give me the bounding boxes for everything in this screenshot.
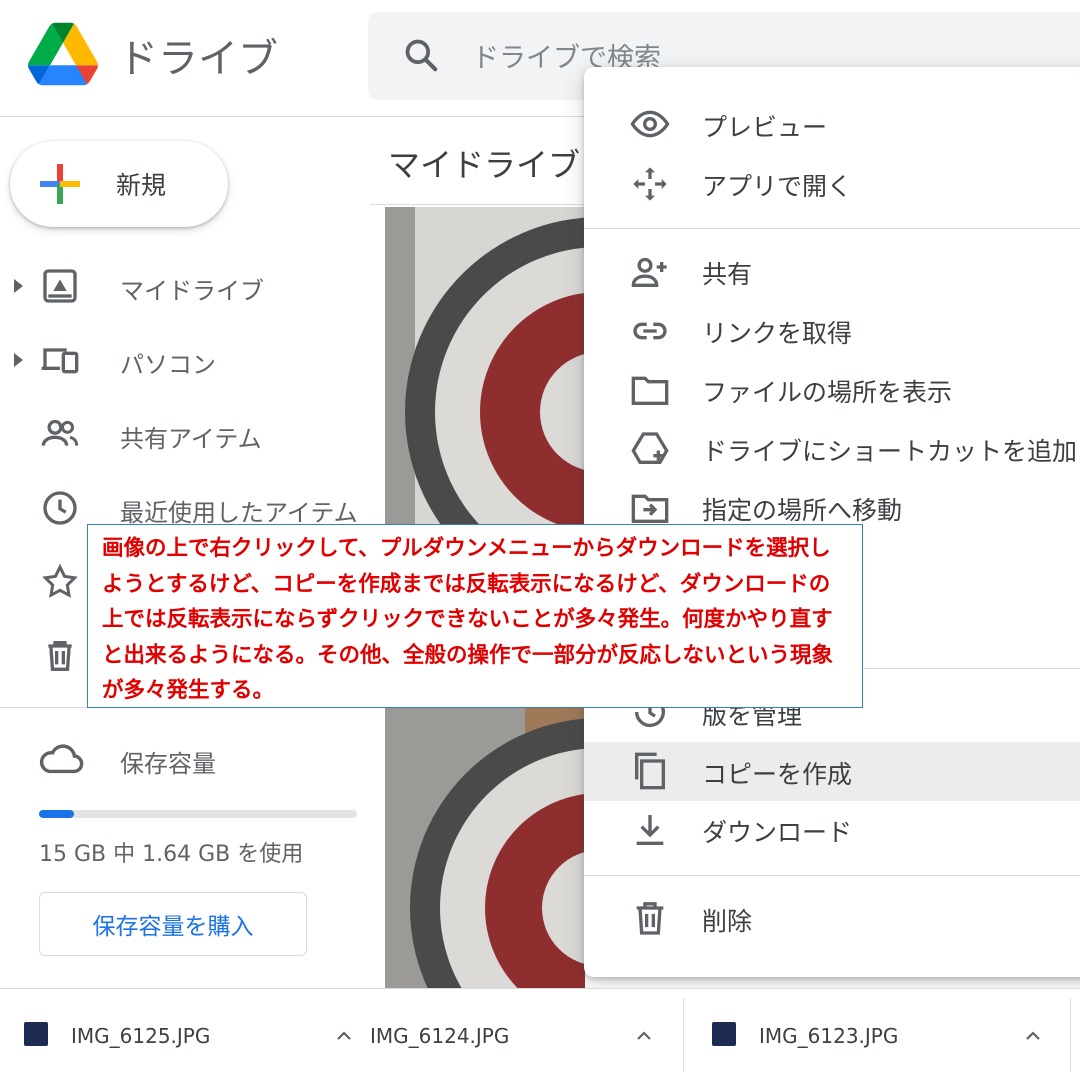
storage-bar-fill bbox=[39, 810, 74, 818]
menu-item-show-location[interactable]: ファイルの場所を表示 bbox=[702, 373, 952, 409]
title-divider bbox=[370, 204, 590, 205]
drive-logo[interactable] bbox=[28, 22, 98, 86]
menu-divider bbox=[584, 875, 1080, 876]
menu-divider bbox=[584, 228, 1080, 229]
menu-item-delete[interactable]: 削除 bbox=[702, 902, 752, 938]
menu-item-open-with[interactable]: アプリで開く bbox=[702, 167, 852, 203]
target-photo bbox=[385, 708, 585, 988]
storage-label[interactable]: 保存容量 bbox=[120, 744, 216, 779]
expand-caret-icon[interactable] bbox=[14, 353, 23, 367]
copy-icon bbox=[635, 752, 665, 790]
search-icon[interactable] bbox=[402, 36, 440, 74]
menu-item-add-shortcut[interactable]: ドライブにショートカットを追加 bbox=[702, 432, 1077, 468]
chevron-up-icon[interactable] bbox=[632, 1024, 656, 1048]
person-add-icon bbox=[631, 257, 667, 287]
menu-item-move-to[interactable]: 指定の場所へ移動 bbox=[702, 491, 902, 527]
app-name: ドライブ bbox=[118, 36, 278, 82]
eye-icon bbox=[630, 110, 670, 138]
add-shortcut-icon bbox=[631, 432, 669, 464]
image-file-icon bbox=[712, 1022, 736, 1046]
download-divider bbox=[683, 998, 684, 1072]
menu-item-get-link[interactable]: リンクを取得 bbox=[702, 314, 852, 350]
storage-bar bbox=[39, 810, 357, 818]
sidebar-item-my-drive[interactable]: マイドライブ bbox=[120, 271, 264, 306]
folder-icon bbox=[631, 376, 669, 405]
sidebar-item-recent[interactable]: 最近使用したアイテム bbox=[120, 493, 358, 528]
trash-icon bbox=[636, 902, 664, 935]
download-item-name[interactable]: IMG_6124.JPG bbox=[370, 1024, 509, 1048]
cloud-icon bbox=[39, 744, 84, 774]
menu-item-download[interactable]: ダウンロード bbox=[702, 813, 852, 849]
image-file-icon bbox=[24, 1022, 48, 1046]
menu-item-preview[interactable]: プレビュー bbox=[702, 108, 827, 144]
computers-icon bbox=[41, 348, 79, 374]
download-icon bbox=[636, 815, 664, 845]
sidebar-item-shared[interactable]: 共有アイテム bbox=[120, 419, 262, 454]
download-item-name[interactable]: IMG_6125.JPG bbox=[71, 1024, 210, 1048]
file-thumbnail[interactable] bbox=[385, 708, 585, 988]
open-with-icon bbox=[633, 167, 667, 201]
chevron-up-icon[interactable] bbox=[1021, 1024, 1045, 1048]
sidebar-item-computers[interactable]: パソコン bbox=[120, 345, 216, 380]
storage-usage: 15 GB 中 1.64 GB を使用 bbox=[39, 842, 304, 867]
download-item-name[interactable]: IMG_6123.JPG bbox=[759, 1024, 898, 1048]
download-divider bbox=[1070, 998, 1071, 1072]
plus-icon bbox=[40, 164, 80, 204]
people-icon bbox=[41, 419, 79, 446]
menu-item-make-copy[interactable]: コピーを作成 bbox=[702, 755, 852, 791]
buy-storage-button[interactable]: 保存容量を購入 bbox=[39, 892, 307, 956]
menu-item-share[interactable]: 共有 bbox=[702, 255, 752, 291]
expand-caret-icon[interactable] bbox=[14, 279, 23, 293]
move-to-icon bbox=[631, 494, 669, 523]
star-icon[interactable] bbox=[40, 562, 80, 602]
new-button-label: 新規 bbox=[116, 171, 167, 200]
clock-icon bbox=[43, 491, 77, 525]
file-thumbnail[interactable] bbox=[385, 207, 585, 525]
link-icon bbox=[633, 322, 667, 340]
target-photo bbox=[385, 207, 585, 525]
chevron-up-icon[interactable] bbox=[332, 1024, 356, 1048]
trash-icon[interactable] bbox=[40, 636, 80, 676]
my-drive-icon bbox=[43, 269, 77, 303]
annotation-note: 画像の上で右クリックして、プルダウンメニューからダウンロードを選択しようとするけ… bbox=[87, 524, 863, 708]
page-title[interactable]: マイドライブ bbox=[388, 140, 580, 186]
